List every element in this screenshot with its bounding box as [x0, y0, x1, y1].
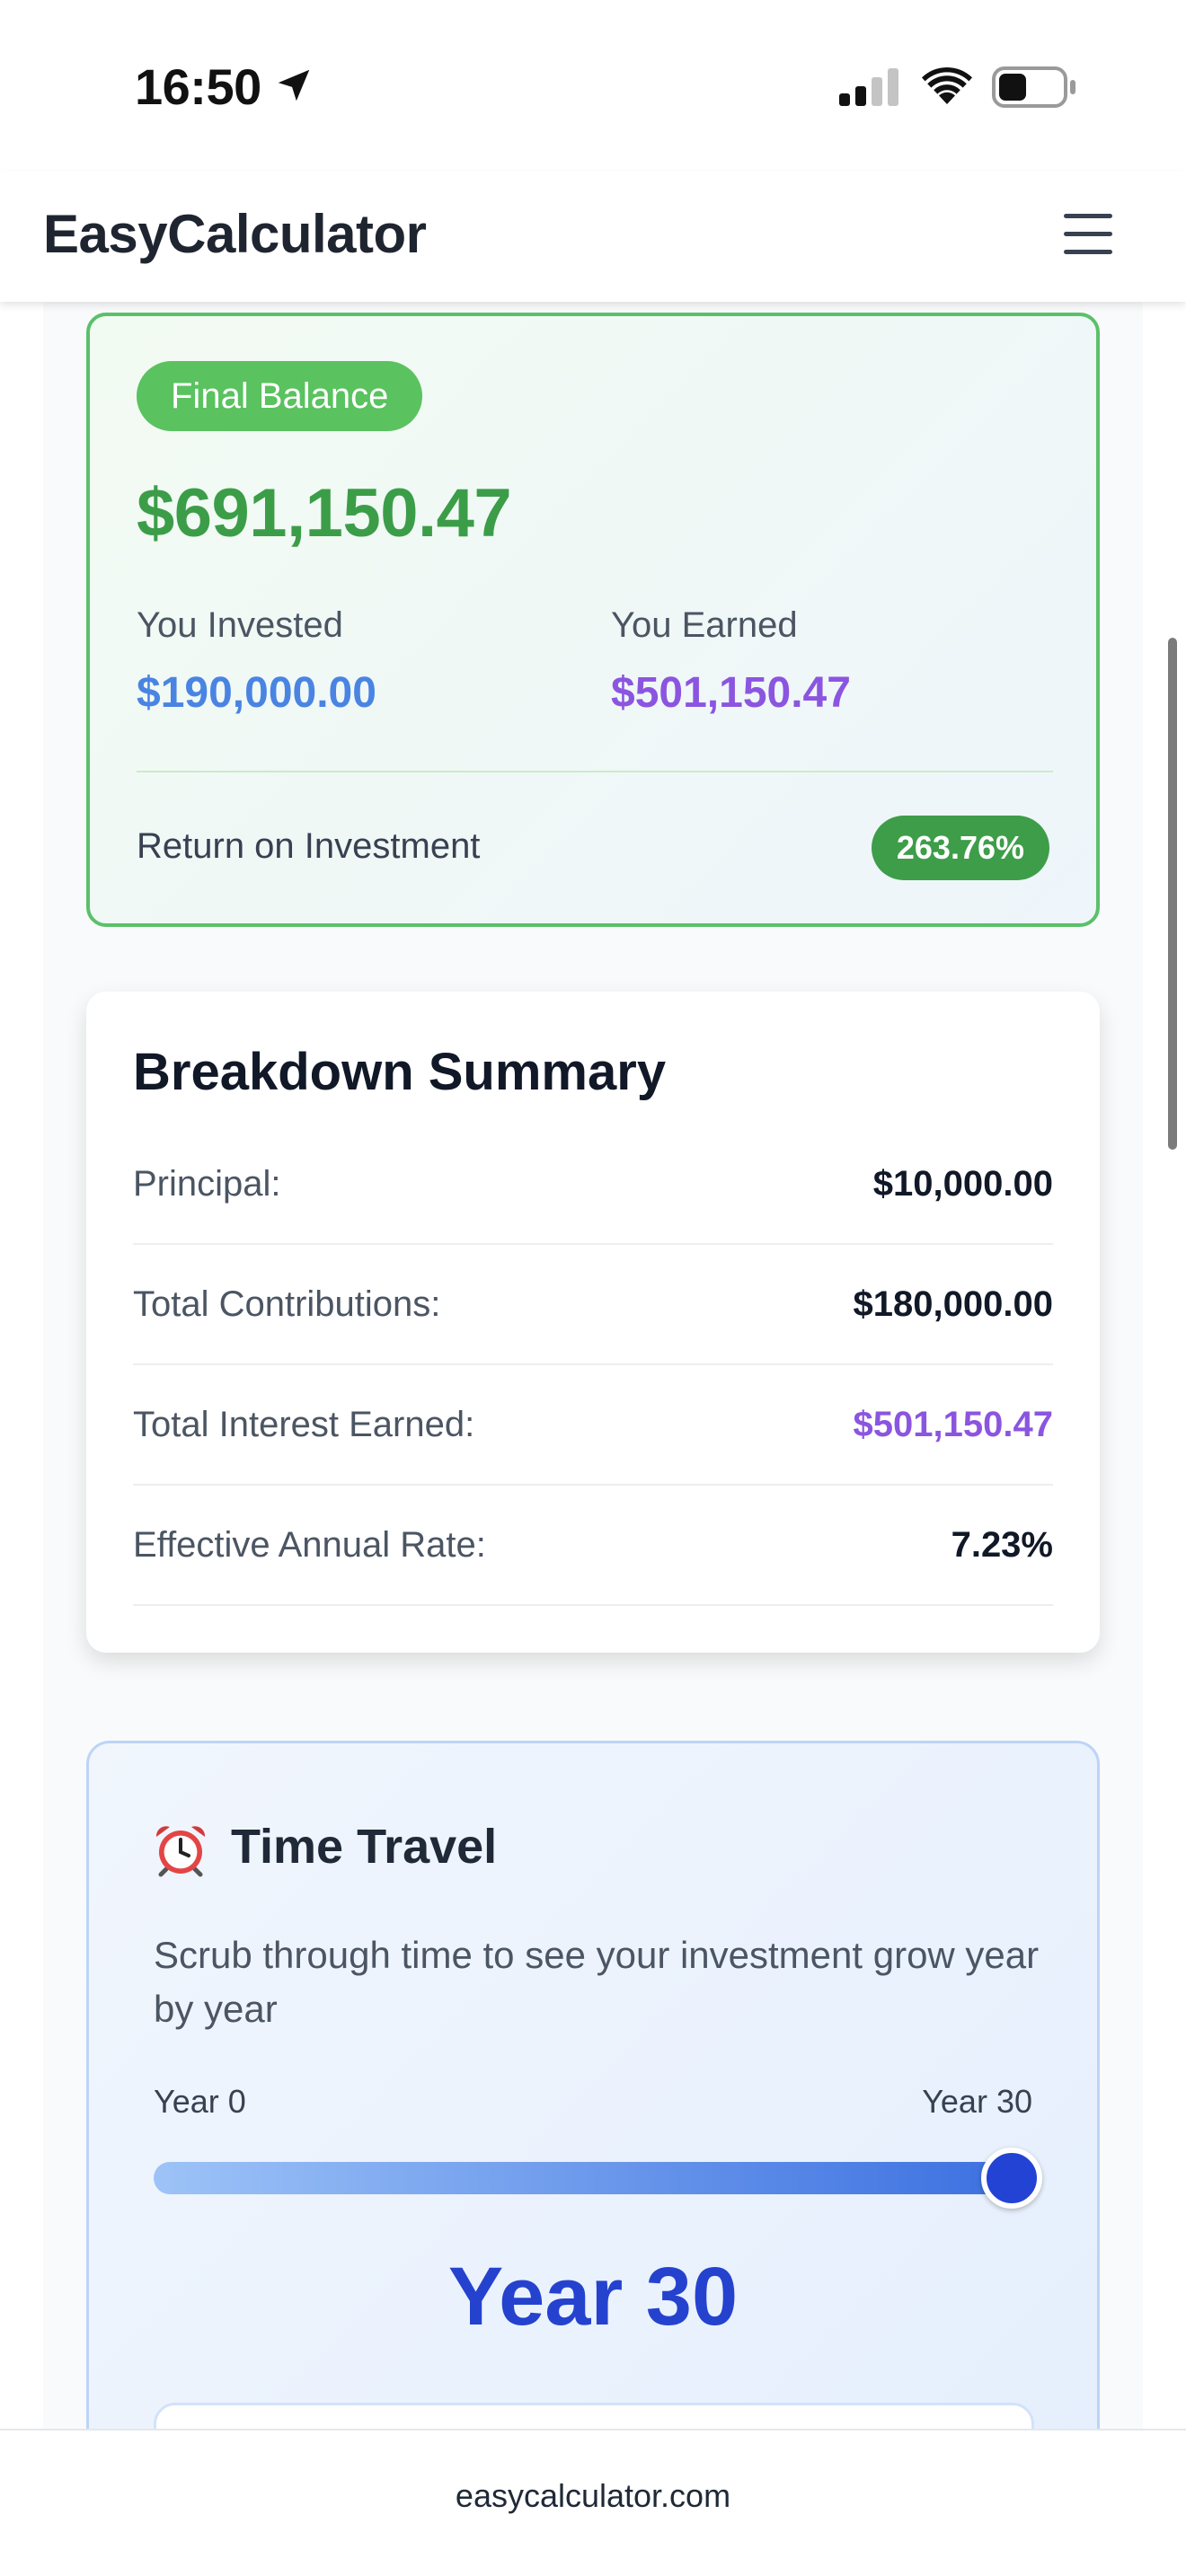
time-travel-description: Scrub through time to see your investmen…: [154, 1934, 1040, 2030]
menu-bar-bottom: [1064, 250, 1112, 254]
menu-bar-top: [1064, 214, 1112, 218]
battery-icon: [992, 66, 1075, 108]
year-slider-thumb[interactable]: [981, 2148, 1042, 2209]
status-time: 16:50: [135, 58, 261, 115]
breakdown-value: $501,150.47: [853, 1405, 1053, 1444]
breakdown-label: Total Interest Earned:: [133, 1405, 475, 1444]
you-earned-label: You Earned: [611, 605, 798, 645]
breakdown-row-contributions: Total Contributions: $180,000.00: [133, 1245, 1053, 1365]
breakdown-label: Effective Annual Rate:: [133, 1525, 486, 1565]
url-text[interactable]: easycalculator.com: [0, 2477, 1186, 2515]
browser-url-bar[interactable]: easycalculator.com: [0, 2429, 1186, 2576]
you-invested-value: $190,000.00: [137, 669, 376, 717]
alarm-clock-icon: [155, 1826, 206, 1877]
breakdown-title: Breakdown Summary: [133, 1043, 667, 1101]
breakdown-value: $10,000.00: [872, 1164, 1053, 1204]
you-earned-value: $501,150.47: [611, 669, 851, 717]
time-travel-card: Time Travel Scrub through time to see yo…: [86, 1741, 1100, 2510]
final-balance-card: Final Balance $691,150.47 You Invested $…: [86, 313, 1100, 927]
status-bar: 16:50: [0, 0, 1186, 171]
app-header: EasyCalculator: [0, 171, 1186, 302]
cellular-signal-icon: [839, 68, 898, 106]
roi-label: Return on Investment: [137, 826, 481, 866]
roi-badge: 263.76%: [871, 816, 1049, 880]
hamburger-menu-button[interactable]: [1058, 189, 1118, 278]
time-travel-title: Time Travel: [231, 1820, 498, 1874]
final-balance-badge: Final Balance: [137, 361, 423, 431]
menu-bar-middle: [1064, 232, 1112, 236]
slider-max-label: Year 30: [922, 2083, 1032, 2120]
breakdown-row-effective-rate: Effective Annual Rate: 7.23%: [133, 1486, 1053, 1606]
breakdown-summary-card: Breakdown Summary Principal: $10,000.00 …: [86, 992, 1100, 1653]
you-invested-label: You Invested: [137, 605, 343, 645]
breakdown-label: Total Contributions:: [133, 1284, 441, 1324]
page-scrollbar[interactable]: [1168, 638, 1177, 1150]
wifi-icon: [922, 66, 972, 104]
breakdown-row-interest: Total Interest Earned: $501,150.47: [133, 1365, 1053, 1486]
selected-year-display: Year 30: [447, 2251, 739, 2342]
breakdown-value: $180,000.00: [853, 1284, 1053, 1324]
divider: [137, 771, 1053, 772]
breakdown-row-principal: Principal: $10,000.00: [133, 1125, 1053, 1245]
breakdown-label: Principal:: [133, 1164, 281, 1204]
breakdown-value: 7.23%: [951, 1525, 1053, 1565]
final-balance-amount: $691,150.47: [137, 475, 512, 551]
location-arrow-icon: [278, 69, 310, 101]
year-slider-track[interactable]: [154, 2162, 1027, 2194]
app-title[interactable]: EasyCalculator: [43, 203, 427, 265]
slider-min-label: Year 0: [154, 2083, 246, 2120]
